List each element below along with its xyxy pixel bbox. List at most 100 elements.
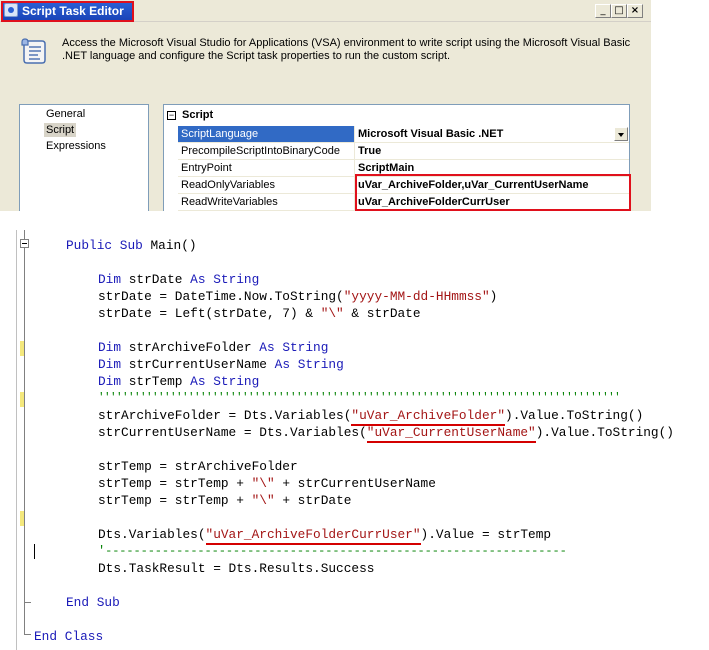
change-marker xyxy=(20,341,24,356)
code-line-separator-quotes[interactable]: ''''''''''''''''''''''''''''''''''''''''… xyxy=(98,390,621,407)
nav-item-script[interactable]: Script xyxy=(44,123,77,137)
property-row-scriptlanguage[interactable]: ScriptLanguage Microsoft Visual Basic .N… xyxy=(178,126,629,143)
kw-dim: Dim xyxy=(98,374,122,389)
code-line-end-sub[interactable]: End Sub xyxy=(66,594,120,611)
change-marker xyxy=(20,392,24,407)
property-name: EntryPoint xyxy=(178,160,355,176)
string-literal: "\" xyxy=(320,306,344,321)
code-line-dim-strdate[interactable]: Dim strDate As String xyxy=(98,271,259,288)
property-name: ReadWriteVariables xyxy=(178,194,355,210)
var-name: strArchiveFolder xyxy=(121,340,260,355)
property-value[interactable]: ScriptMain xyxy=(358,160,414,176)
var-name: strCurrentUserName xyxy=(121,357,275,372)
code-text: strDate = Left(strDate, 7) & xyxy=(98,306,321,321)
grid-section-header[interactable]: − Script xyxy=(164,108,629,124)
section-label: Script xyxy=(182,109,214,121)
property-row-entrypoint[interactable]: EntryPoint ScriptMain xyxy=(178,160,629,177)
kw-as: As xyxy=(259,340,275,355)
dialog-description: Access the Microsoft Visual Studio for A… xyxy=(62,37,631,62)
kw-class: Class xyxy=(64,629,104,644)
change-marker xyxy=(20,511,24,526)
main-signature: Main() xyxy=(142,238,197,253)
code-text: + strCurrentUserName xyxy=(274,476,436,491)
kw-string: String xyxy=(213,374,260,389)
kw-string: String xyxy=(213,272,260,287)
kw-sub: Sub xyxy=(96,595,120,610)
var-name: strDate xyxy=(121,272,191,287)
property-name: ReadOnlyVariables xyxy=(178,177,355,193)
collapse-minus-icon[interactable] xyxy=(20,239,29,248)
code-line-strtemp-assign[interactable]: strTemp = strArchiveFolder xyxy=(98,458,298,475)
code-text: ) xyxy=(489,289,498,304)
code-line-sub-main[interactable]: Public Sub Main() xyxy=(66,237,197,254)
editor-margin xyxy=(16,230,17,650)
code-line-separator-dashes[interactable]: '---------------------------------------… xyxy=(98,543,567,560)
code-text: ).Value.ToString() xyxy=(535,425,674,440)
code-text: strCurrentUserName = Dts.Variables( xyxy=(98,425,367,440)
kw-end: End xyxy=(34,629,58,644)
title-bar[interactable]: Script Task Editor _ □ × xyxy=(0,0,651,22)
code-text: ).Value.ToString() xyxy=(505,408,644,423)
collapse-minus-icon[interactable]: − xyxy=(167,111,176,120)
kw-as: As xyxy=(190,374,206,389)
code-line-strdate-now[interactable]: strDate = DateTime.Now.ToString("yyyy-MM… xyxy=(98,288,497,305)
outline-end-class-tick xyxy=(24,634,31,635)
code-line-set-variable[interactable]: Dts.Variables("uVar_ArchiveFolderCurrUse… xyxy=(98,526,551,545)
string-literal-underlined: "uVar_CurrentUserName" xyxy=(366,425,536,443)
chevron-down-icon[interactable] xyxy=(614,127,628,141)
outline-end-sub-tick xyxy=(24,602,31,603)
var-name: strTemp xyxy=(121,374,191,389)
nav-item-general[interactable]: General xyxy=(44,107,87,121)
window-title: Script Task Editor xyxy=(22,4,124,18)
maximize-button[interactable]: □ xyxy=(611,4,627,18)
property-row-readwritevariables[interactable]: ReadWriteVariables uVar_ArchiveFolderCur… xyxy=(178,194,629,211)
code-text: strTemp = strTemp + xyxy=(98,493,252,508)
code-line-strtemp-date[interactable]: strTemp = strTemp + "\" + strDate xyxy=(98,492,351,509)
nav-item-expressions[interactable]: Expressions xyxy=(44,139,108,153)
kw-dim: Dim xyxy=(98,340,122,355)
code-line-dim-currentusername[interactable]: Dim strCurrentUserName As String xyxy=(98,356,344,373)
code-text: strDate = DateTime.Now.ToString( xyxy=(98,289,344,304)
property-value[interactable]: uVar_ArchiveFolderCurrUser xyxy=(358,194,510,210)
string-literal: "\" xyxy=(251,493,275,508)
nav-list: General Script Expressions xyxy=(19,104,149,211)
code-line-dim-strtemp[interactable]: Dim strTemp As String xyxy=(98,373,259,390)
close-button[interactable]: × xyxy=(627,4,643,18)
code-text: + strDate xyxy=(274,493,352,508)
property-row-readonlyvariables[interactable]: ReadOnlyVariables uVar_ArchiveFolder,uVa… xyxy=(178,177,629,194)
code-line-task-result[interactable]: Dts.TaskResult = Dts.Results.Success xyxy=(98,560,374,577)
script-task-editor-dialog: Script Task Editor _ □ × Access the Micr… xyxy=(0,0,651,211)
kw-as: As xyxy=(190,272,206,287)
kw-dim: Dim xyxy=(98,272,122,287)
property-grid: − Script ScriptLanguage Microsoft Visual… xyxy=(163,104,630,211)
kw-string: String xyxy=(282,340,329,355)
text-cursor xyxy=(34,544,35,559)
property-name: ScriptLanguage xyxy=(178,126,355,142)
app-icon xyxy=(4,3,18,17)
string-literal: "\" xyxy=(251,476,275,491)
property-name: PrecompileScriptIntoBinaryCode xyxy=(178,143,355,159)
outline-guide-class xyxy=(24,230,25,634)
kw-public: Public xyxy=(66,238,113,253)
script-scroll-icon xyxy=(21,38,46,64)
property-value[interactable]: uVar_ArchiveFolder,uVar_CurrentUserName xyxy=(358,177,589,193)
code-text: strArchiveFolder = Dts.Variables( xyxy=(98,408,352,423)
code-text: strTemp = strTemp + xyxy=(98,476,252,491)
code-line-read-archivefolder[interactable]: strArchiveFolder = Dts.Variables("uVar_A… xyxy=(98,407,644,426)
code-editor[interactable]: Public Sub Main() Dim strDate As String … xyxy=(0,230,709,650)
kw-sub: Sub xyxy=(119,238,143,253)
property-row-precompile[interactable]: PrecompileScriptIntoBinaryCode True xyxy=(178,143,629,160)
kw-end: End xyxy=(66,595,90,610)
property-value[interactable]: Microsoft Visual Basic .NET xyxy=(358,126,503,142)
kw-string: String xyxy=(297,357,344,372)
string-literal: "yyyy-MM-dd-HHmmss" xyxy=(343,289,490,304)
kw-dim: Dim xyxy=(98,357,122,372)
code-line-strdate-left[interactable]: strDate = Left(strDate, 7) & "\" & strDa… xyxy=(98,305,421,322)
property-value[interactable]: True xyxy=(358,143,381,159)
code-line-dim-archivefolder[interactable]: Dim strArchiveFolder As String xyxy=(98,339,328,356)
minimize-button[interactable]: _ xyxy=(595,4,611,18)
code-line-read-currentusername[interactable]: strCurrentUserName = Dts.Variables("uVar… xyxy=(98,424,674,443)
code-line-strtemp-user[interactable]: strTemp = strTemp + "\" + strCurrentUser… xyxy=(98,475,436,492)
code-text: Dts.Variables( xyxy=(98,527,206,542)
code-line-end-class[interactable]: End Class xyxy=(34,628,103,645)
